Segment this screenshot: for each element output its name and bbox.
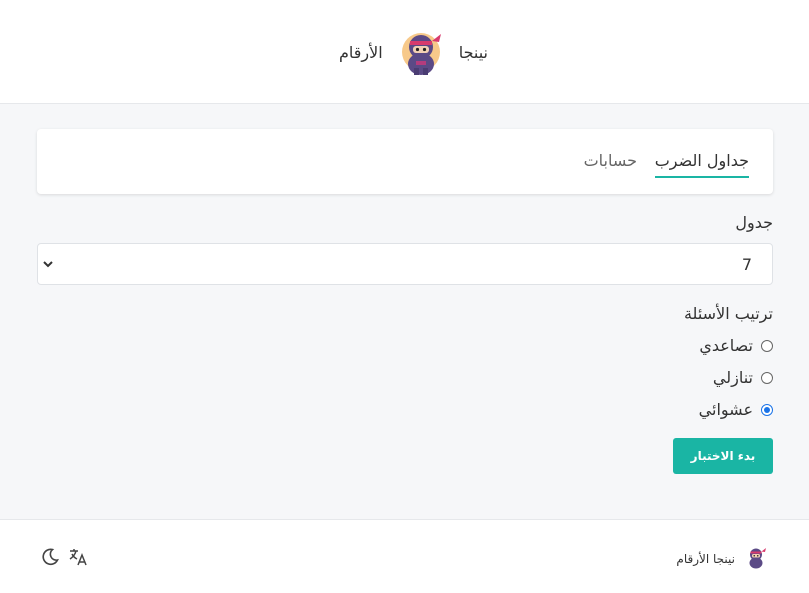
- table-label: جدول: [735, 213, 773, 232]
- footer-brand-text: نينجا الأرقام: [676, 552, 735, 566]
- order-option-descending[interactable]: تنازلي: [713, 368, 773, 387]
- radio-descending-label: تنازلي: [712, 368, 753, 387]
- order-label: ترتيب الأسئلة: [683, 304, 773, 323]
- footer-brand[interactable]: نينجا الأرقام: [676, 544, 769, 574]
- order-option-random[interactable]: عشوائي: [699, 400, 773, 419]
- brand-word-ninja: نينجا: [458, 42, 488, 62]
- brand[interactable]: نينجا الأرقام: [328, 26, 488, 78]
- brand-word-numbers: الأرقام: [338, 42, 383, 62]
- app-footer: نينجا الأرقام: [0, 520, 809, 593]
- chevron-down-icon: [42, 256, 54, 272]
- ninja-logo-icon: [395, 26, 447, 78]
- tab-multiplication-tables[interactable]: جداول الضرب: [654, 151, 750, 178]
- radio-random-label: عشوائي: [698, 400, 753, 419]
- moon-icon[interactable]: [40, 547, 60, 567]
- tab-calculations[interactable]: حسابات: [584, 151, 637, 170]
- order-option-ascending[interactable]: تصاعدي: [699, 336, 773, 355]
- radio-ascending-label: تصاعدي: [699, 336, 753, 355]
- start-test-button[interactable]: بدء الاختبار: [673, 438, 773, 474]
- translate-icon[interactable]: [68, 547, 88, 567]
- radio-random[interactable]: [761, 403, 773, 416]
- footer-ninja-logo-icon: [743, 544, 769, 574]
- tab-card: جداول الضرب حسابات: [37, 129, 773, 194]
- table-select[interactable]: 7: [37, 243, 773, 285]
- radio-descending[interactable]: [761, 371, 773, 384]
- table-select-value: 7: [741, 255, 752, 274]
- main-content: جداول الضرب حسابات جدول 7 ترتيب الأسئلة …: [0, 104, 809, 520]
- app-header: نينجا الأرقام: [0, 0, 809, 104]
- radio-ascending[interactable]: [761, 339, 773, 352]
